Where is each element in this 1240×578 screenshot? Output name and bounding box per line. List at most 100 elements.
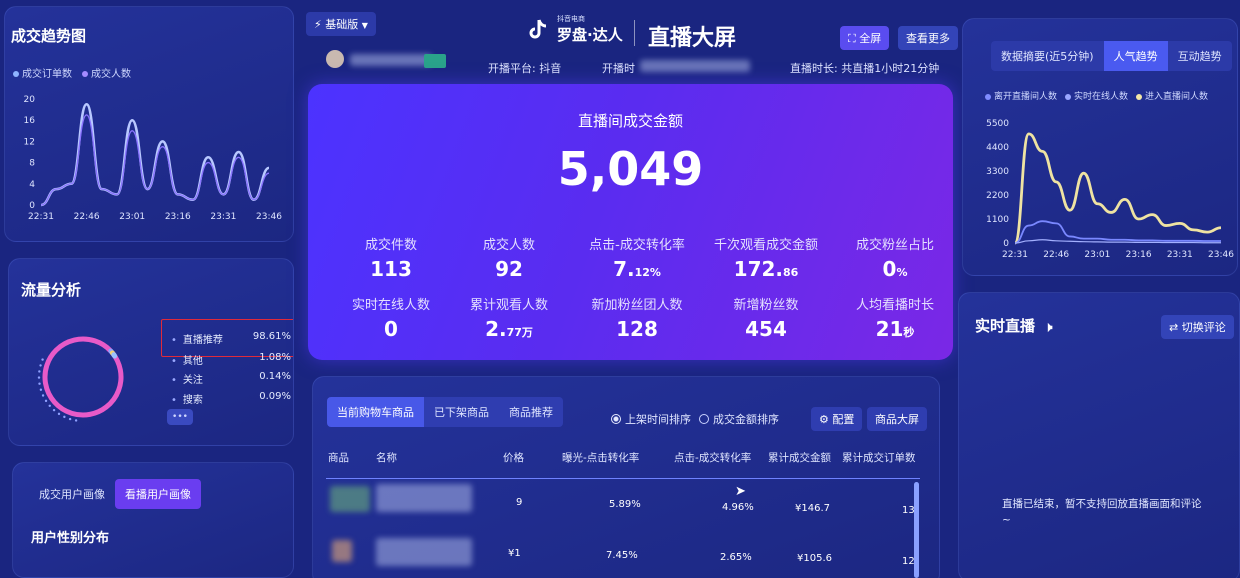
- metric-value: 454: [745, 317, 787, 341]
- x-tick-label: 23:01: [1084, 250, 1110, 260]
- metric-value: 172.86: [733, 257, 799, 281]
- product-tabs: 当前购物车商品 已下架商品 商品推荐: [327, 397, 563, 427]
- sort-by-time-radio[interactable]: 上架时间排序: [611, 411, 691, 427]
- config-button[interactable]: ⚙ 配置: [811, 407, 863, 431]
- metric-item: 新加粉丝团人数 128: [572, 294, 702, 341]
- series-line: [40, 103, 270, 207]
- tab-view-users[interactable]: 看播用户画像: [115, 479, 201, 509]
- start-time-info: 开播时: [602, 62, 635, 75]
- tab-cart-products[interactable]: 当前购物车商品: [327, 397, 424, 427]
- product-name-blurred: [376, 538, 472, 566]
- page-title: 直播大屏: [648, 26, 737, 51]
- y-tick-label: 8: [29, 159, 35, 169]
- x-tick-label: 23:31: [210, 212, 236, 222]
- edition-badge[interactable]: ⚡ 基础版 ▼: [306, 12, 376, 36]
- y-tick-label: 0: [29, 201, 35, 211]
- y-tick-label: 1100: [986, 215, 1009, 225]
- popularity-chart: 0 1100 2200 3300 4400 5500 22:31 22:46 23:01 23:1…: [986, 119, 1234, 260]
- metric-value: 0: [384, 317, 398, 341]
- col-price: 价格: [503, 452, 524, 464]
- start-time-blurred: [640, 60, 750, 72]
- anchor-name-blurred: [350, 54, 432, 66]
- y-tick-label: 4400: [986, 143, 1009, 153]
- product-ctr: 7.45%: [606, 550, 638, 561]
- donut-decor-dot: [74, 419, 78, 422]
- x-tick-label: 23:46: [1208, 250, 1234, 260]
- metric-unit: 77万: [506, 326, 533, 339]
- x-tick-label: 22:46: [1043, 250, 1069, 260]
- col-gmv: 累计成交金额: [768, 452, 831, 464]
- traffic-donut-chart: [37, 336, 124, 422]
- product-orders: 12: [902, 556, 915, 567]
- fullscreen-button[interactable]: ⛶ 全屏: [840, 26, 890, 50]
- metric-unit: 秒: [903, 326, 915, 339]
- x-tick-label: 23:31: [1167, 250, 1193, 260]
- product-thumbnail: [330, 486, 370, 512]
- platform-info: 开播平台: 抖音: [488, 62, 562, 75]
- metric-unit: %: [896, 266, 908, 279]
- y-tick-label: 12: [24, 137, 35, 147]
- metric-value: 92: [495, 257, 523, 281]
- trend-panel: 成交趋势图 成交订单数 成交人数 0 4 8 12 16 20 22:31 22:46 23:0…: [4, 6, 294, 242]
- switch-comments-button[interactable]: ⇄ 切换评论: [1161, 315, 1234, 339]
- donut-decor-dot: [37, 376, 41, 379]
- metric-label: 成交人数: [482, 238, 535, 253]
- col-orders: 累计成交订单数: [842, 452, 916, 464]
- sort-by-gmv-radio[interactable]: 成交金额排序: [699, 411, 779, 427]
- duration-info: 直播时长: 共直播1小时21分钟: [790, 62, 940, 75]
- product-screen-button[interactable]: 商品大屏: [867, 407, 927, 431]
- product-ctr: 5.89%: [609, 499, 641, 510]
- product-orders: 13: [902, 505, 915, 516]
- douyin-logo-icon: [529, 19, 547, 38]
- metric-value: 7.12%: [613, 257, 661, 281]
- traffic-row: 直播推荐98.61%: [171, 331, 291, 346]
- live-panel: 实时直播 🕨 ⇄ 切换评论: [958, 292, 1240, 578]
- expand-icon: ⛶: [848, 32, 856, 45]
- user-tabs: 成交用户画像 看播用户画像: [29, 479, 201, 509]
- mouse-cursor-icon: ➤: [735, 484, 746, 499]
- col-cvr: 点击-成交转化率: [674, 452, 752, 464]
- metric-item: 人均看播时长 21秒: [830, 294, 960, 341]
- traffic-row: 搜索0.09%: [171, 391, 291, 406]
- metric-label: 新加粉丝团人数: [591, 298, 683, 313]
- donut-decor-dot: [39, 364, 42, 367]
- metric-item: 点击-成交转化率 7.12%: [572, 234, 702, 281]
- anchor-tag: [424, 54, 446, 68]
- product-name-blurred: [376, 484, 472, 512]
- gmv-card: 直播间成交金额 5,049 成交件数 113 成交人数 92 点击-成交转化率 7.12%…: [308, 84, 953, 360]
- y-tick-label: 0: [1003, 239, 1009, 249]
- caret-down-icon: ▼: [361, 21, 368, 30]
- traffic-more-button[interactable]: •••: [167, 409, 193, 425]
- donut-decor-dot: [48, 404, 51, 408]
- user-panel: 成交用户画像 看播用户画像 用户性别分布: [12, 462, 294, 578]
- metric-value: 113: [370, 257, 412, 281]
- tab-offshelf-products[interactable]: 已下架商品: [424, 397, 499, 427]
- avatar: [326, 50, 344, 68]
- table-scrollbar[interactable]: [914, 482, 919, 578]
- x-tick-label: 22:46: [74, 212, 100, 222]
- metric-item: 成交件数 113: [326, 234, 456, 281]
- title-divider: [634, 20, 635, 46]
- x-tick-label: 23:01: [119, 212, 145, 222]
- product-cvr: 4.96%: [722, 502, 754, 513]
- donut-decor-dot: [44, 399, 48, 403]
- live-title: 实时直播 🕨: [975, 317, 1053, 335]
- view-more-button[interactable]: 查看更多: [898, 26, 958, 50]
- tab-deal-users[interactable]: 成交用户画像: [29, 479, 115, 509]
- product-gmv: ¥146.7: [795, 503, 830, 514]
- speaker-muted-icon[interactable]: 🕨: [1044, 320, 1052, 335]
- donut-decor-dot: [57, 412, 61, 416]
- x-tick-label: 22:31: [28, 212, 54, 222]
- metric-value: 128: [616, 317, 658, 341]
- product-gmv: ¥105.6: [797, 553, 832, 564]
- metric-item: 新增粉丝数 454: [701, 294, 831, 341]
- donut-decor-dot: [68, 417, 72, 421]
- product-thumbnail: [332, 540, 352, 562]
- tab-recommended-products[interactable]: 商品推荐: [499, 397, 563, 427]
- metric-label: 点击-成交转化率: [589, 238, 685, 253]
- y-tick-label: 20: [24, 95, 36, 105]
- donut-decor-dot: [52, 408, 56, 412]
- live-ended-message: 直播已结束，暂不支持回放直播画面和评论~: [1002, 498, 1202, 526]
- y-tick-label: 2200: [986, 191, 1009, 201]
- series-line: [1013, 132, 1222, 245]
